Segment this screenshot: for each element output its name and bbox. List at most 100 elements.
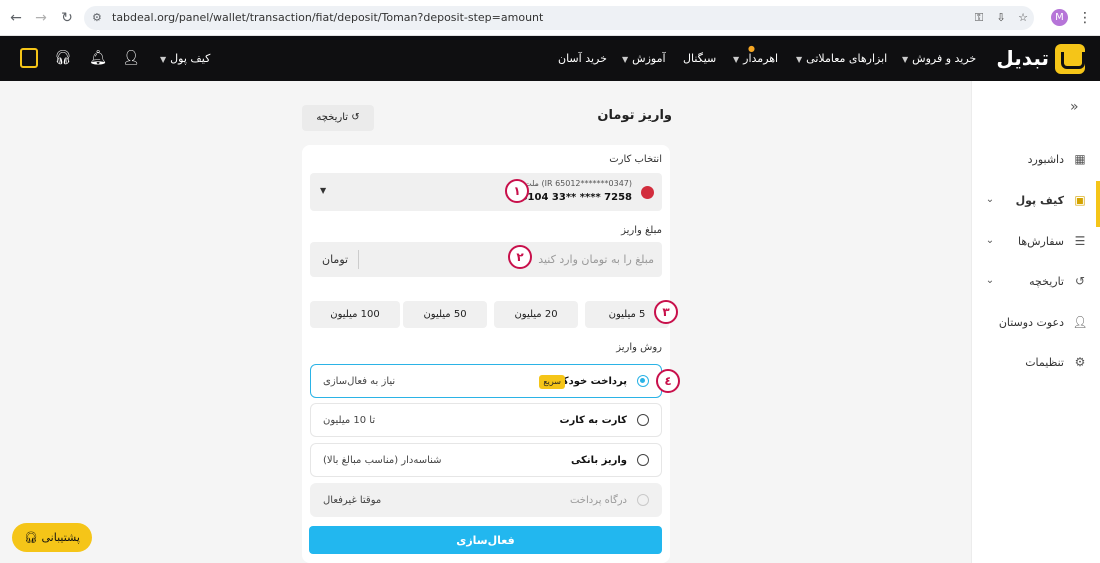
- nav-education[interactable]: آموزش▼: [622, 36, 666, 81]
- quick-amount-20m[interactable]: 20 میلیون: [494, 301, 578, 328]
- nav-label: آموزش: [632, 52, 666, 65]
- quick-amount-50m[interactable]: 50 میلیون: [403, 301, 487, 328]
- card-bank-iban: ملت (IR 65012*******0347): [524, 179, 632, 188]
- collapse-sidebar-icon[interactable]: »: [1070, 99, 1086, 115]
- step-marker-2: ٢: [508, 245, 532, 269]
- gear-icon: ⚙: [1074, 355, 1086, 369]
- orders-icon: ☰: [1074, 234, 1086, 248]
- fast-badge: سریع: [539, 375, 565, 389]
- support-button[interactable]: پشتیبانی 🎧︎: [12, 523, 92, 552]
- sidebar-item-label: تنظیمات: [1025, 356, 1064, 369]
- user-icon[interactable]: 👤︎: [121, 48, 141, 68]
- radio-unselected[interactable]: [637, 414, 649, 426]
- back-icon[interactable]: ←: [6, 8, 26, 28]
- nav-signal[interactable]: سیگنال: [683, 36, 716, 81]
- method-card-to-card[interactable]: کارت به کارت تا 10 میلیون: [310, 403, 662, 437]
- method-note: موقتا غیرفعال: [323, 495, 382, 506]
- chevron-down-icon: ▼: [796, 55, 803, 64]
- chevron-down-icon: ▼: [902, 55, 909, 64]
- method-name: واریز بانکی: [570, 455, 627, 466]
- amount-label: مبلغ واریز: [621, 225, 662, 236]
- site-info-icon[interactable]: ⚙: [92, 11, 106, 25]
- method-auto-payment[interactable]: پرداخت خودکار سریع نیاز به فعال‌سازی: [310, 364, 662, 398]
- sidebar-item-history[interactable]: ↺ تاریخچه: [1029, 271, 1088, 291]
- card-number: 6104 33** **** 7258: [520, 192, 632, 203]
- deposit-wallet-icon[interactable]: [20, 48, 38, 68]
- sidebar-item-wallet[interactable]: ▣ کیف پول: [1016, 190, 1088, 210]
- wallet-menu-label: کیف پول: [170, 52, 211, 65]
- history-button-label: تاریخچه: [316, 112, 349, 123]
- sidebar-item-dashboard[interactable]: ▦ داشبورد: [1028, 149, 1088, 169]
- sidebar-item-label: داشبورد: [1027, 153, 1064, 166]
- add-user-icon: 👤︎: [1072, 315, 1088, 329]
- install-app-icon[interactable]: ⇩: [994, 11, 1008, 25]
- nav-buy-sell[interactable]: خرید و فروش▼: [902, 36, 976, 81]
- chevron-down-icon[interactable]: ⌄: [984, 190, 996, 210]
- support-label: پشتیبانی: [41, 531, 80, 544]
- tabdeal-logo[interactable]: تبدیل: [990, 44, 1085, 74]
- sidebar-item-settings[interactable]: ⚙ تنظیمات: [1025, 352, 1088, 372]
- nav-label: سیگنال: [683, 52, 717, 65]
- wallet-icon: ▣: [1074, 193, 1086, 207]
- nav-trading-tools[interactable]: ابزارهای معاملاتی▼: [796, 36, 887, 81]
- headset-icon: 🎧︎: [24, 531, 42, 544]
- activate-button[interactable]: فعال‌سازی: [309, 526, 662, 554]
- chevron-down-icon[interactable]: ⌄: [984, 271, 996, 291]
- chevron-down-icon[interactable]: ⌄: [984, 231, 996, 251]
- sidebar-item-label: کیف پول: [1015, 194, 1064, 207]
- bell-icon[interactable]: 🔔︎: [88, 48, 108, 68]
- nav-label: اهرمدار: [743, 52, 779, 65]
- password-key-icon[interactable]: ⚿: [972, 11, 986, 25]
- sidebar-item-orders[interactable]: ☰ سفارش‌ها: [1018, 231, 1088, 251]
- mellat-bank-icon: [641, 186, 654, 199]
- sidebar-item-label: سفارش‌ها: [1017, 235, 1064, 248]
- quick-amount-100m[interactable]: 100 میلیون: [310, 301, 400, 328]
- deposit-form-card: انتخاب کارت ملت (IR 65012*******0347) 61…: [302, 145, 670, 563]
- logo-mark-icon: [1055, 44, 1085, 74]
- browser-menu-icon[interactable]: ⋮: [1078, 8, 1092, 28]
- nav-label: خرید آسان: [558, 52, 607, 65]
- nav-label: ابزارهای معاملاتی: [806, 52, 888, 65]
- amount-field: تومان: [310, 242, 662, 277]
- method-name: درگاه پرداخت: [569, 495, 627, 506]
- method-note: تا 10 میلیون: [323, 415, 376, 426]
- site-header: تبدیل خرید و فروش▼ ابزارهای معاملاتی▼ اه…: [0, 36, 1100, 81]
- wallet-menu[interactable]: کیف پول▼: [160, 36, 210, 81]
- divider: [358, 250, 359, 269]
- sidebar: » ▦ داشبورد ▣ کیف پول ⌄ ☰ سفارش‌ها ⌄ ↺ تاریخ…: [971, 81, 1100, 563]
- method-note: شناسه‌دار (مناسب مبالغ بالا): [323, 455, 442, 466]
- sidebar-item-label: تاریخچه: [1029, 275, 1064, 288]
- profile-avatar[interactable]: M: [1051, 9, 1068, 26]
- nav-leverage[interactable]: اهرمدار▼: [733, 36, 778, 81]
- method-bank-deposit[interactable]: واریز بانکی شناسه‌دار (مناسب مبالغ بالا): [310, 443, 662, 477]
- radio-unselected[interactable]: [637, 454, 649, 466]
- bookmark-star-icon[interactable]: ☆: [1016, 11, 1030, 25]
- chevron-down-icon: ▼: [320, 186, 327, 195]
- fire-icon: ●: [748, 44, 755, 53]
- radio-selected[interactable]: [637, 375, 649, 387]
- sidebar-item-invite[interactable]: 👤︎ دعوت دوستان: [999, 312, 1088, 332]
- active-indicator: [1096, 181, 1100, 227]
- bank-card-select[interactable]: ملت (IR 65012*******0347) 6104 33** ****…: [310, 173, 662, 211]
- grid-icon: ▦: [1074, 152, 1086, 166]
- history-icon: ↺: [1074, 274, 1086, 288]
- step-marker-4: ٤: [656, 369, 680, 393]
- headset-icon[interactable]: 🎧︎: [53, 48, 73, 68]
- reload-icon[interactable]: ↻: [57, 8, 77, 28]
- step-marker-1: ١: [505, 179, 529, 203]
- page-title: واریز تومان: [597, 108, 672, 123]
- forward-icon[interactable]: →: [31, 8, 51, 28]
- address-bar[interactable]: ⚙ tabdeal.org/panel/wallet/transaction/f…: [84, 6, 1034, 30]
- nav-easy-buy[interactable]: خرید آسان: [558, 36, 607, 81]
- history-button[interactable]: ↺ تاریخچه: [302, 105, 374, 131]
- url-text: tabdeal.org/panel/wallet/transaction/fia…: [112, 11, 544, 24]
- chevron-down-icon: ▼: [733, 55, 740, 64]
- chevron-down-icon: ▼: [622, 55, 629, 64]
- nav-label: خرید و فروش: [912, 52, 977, 65]
- browser-toolbar: ← → ↻ ⚙ tabdeal.org/panel/wallet/transac…: [0, 0, 1100, 36]
- deposit-method-label: روش واریز: [616, 342, 662, 353]
- chevron-down-icon: ▼: [160, 55, 167, 64]
- select-card-label: انتخاب کارت: [609, 154, 662, 165]
- step-marker-3: ٣: [654, 300, 678, 324]
- sidebar-item-label: دعوت دوستان: [998, 316, 1064, 329]
